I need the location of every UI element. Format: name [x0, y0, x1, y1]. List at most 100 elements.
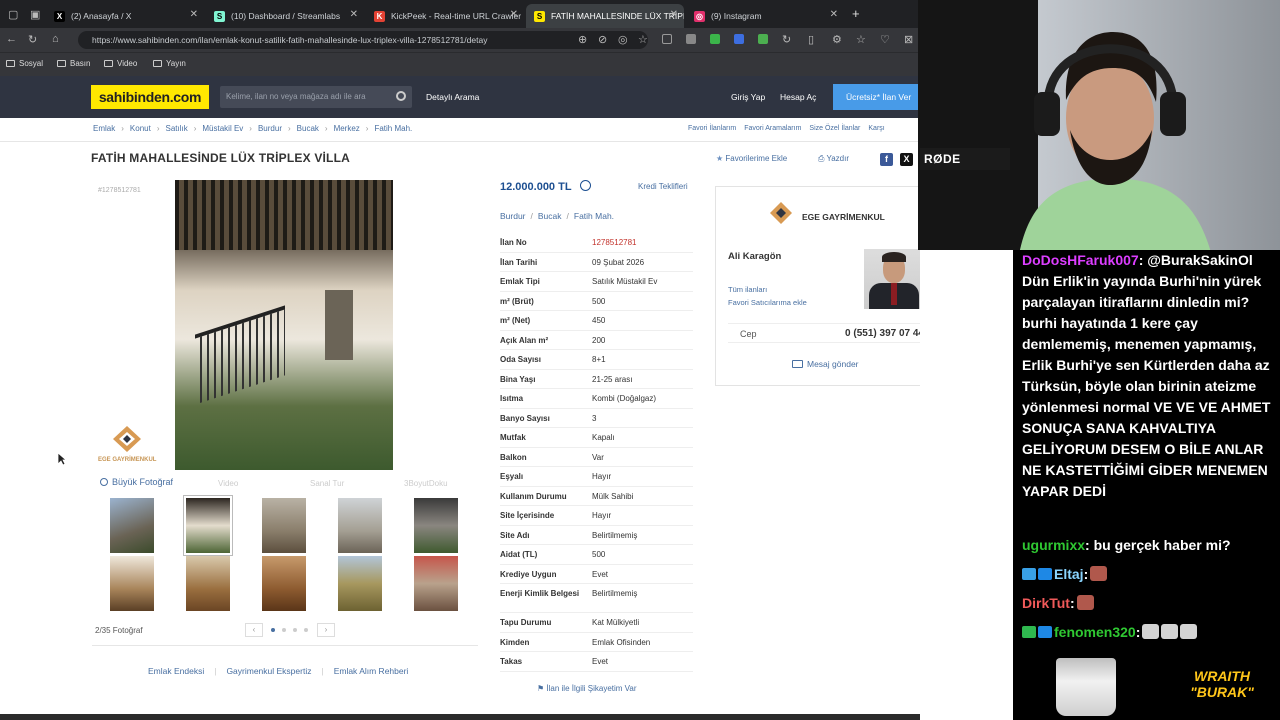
breadcrumb-item[interactable]: Satılık [165, 124, 187, 133]
thumbnail[interactable] [110, 498, 154, 553]
chat-username[interactable]: Eltaj [1054, 566, 1084, 582]
thumbnail[interactable] [338, 498, 382, 553]
search-icon[interactable] [396, 91, 406, 101]
price-history-icon[interactable] [580, 180, 591, 191]
location-district[interactable]: Bucak [538, 211, 562, 221]
favorite-listings-link[interactable]: Favori İlanlarım [688, 125, 736, 132]
favorite-searches-link[interactable]: Favori Aramalarım [744, 125, 801, 132]
real-estate-index-link[interactable]: Emlak Endeksi [148, 666, 204, 676]
favorites-icon[interactable]: ☆ [856, 33, 866, 46]
main-photo[interactable] [175, 180, 393, 470]
close-icon[interactable]: ✕ [350, 9, 358, 20]
close-icon[interactable]: ✕ [830, 9, 838, 20]
thumbnail[interactable] [262, 498, 306, 553]
3d-tour-tab[interactable]: 3BoyutDoku [404, 479, 448, 488]
thumbnail[interactable] [338, 556, 382, 611]
complaint-link[interactable]: ⚑ İlan ile İlgili Şikayetim Var [537, 684, 637, 693]
extension-icon[interactable] [734, 34, 744, 44]
tab-kickpeek[interactable]: K KickPeek - Real-time URL Crawler ✕ [366, 4, 524, 28]
facebook-share-icon[interactable]: f [880, 153, 893, 166]
extensions-icon[interactable]: ⚙ [832, 33, 842, 46]
prev-page-button[interactable]: ‹ [245, 623, 263, 637]
location-city[interactable]: Burdur [500, 211, 526, 221]
detailed-search-link[interactable]: Detaylı Arama [426, 92, 479, 102]
page-dot[interactable] [293, 628, 297, 632]
reload-icon[interactable]: ↻ [28, 33, 37, 46]
refresh-extension-icon[interactable]: ↻ [782, 33, 791, 46]
phone-number[interactable]: 0 (551) 397 07 44 [845, 328, 924, 339]
chat-username[interactable]: DirkTut [1022, 595, 1070, 611]
close-icon[interactable]: ✕ [510, 9, 518, 20]
tab-instagram[interactable]: ◎ (9) Instagram ✕ [686, 4, 844, 28]
breadcrumb-item[interactable]: Emlak [93, 124, 115, 133]
thumbnail[interactable] [110, 556, 154, 611]
page-dot[interactable] [282, 628, 286, 632]
password-icon[interactable]: ⊘ [598, 33, 607, 46]
breadcrumb-item[interactable]: Fatih Mah. [374, 124, 412, 133]
new-tab-icon[interactable]: + [852, 6, 860, 21]
thumbnail[interactable] [414, 498, 458, 553]
collections-icon[interactable]: ♡ [880, 33, 890, 46]
url-input[interactable]: https://www.sahibinden.com/ilan/emlak-ko… [78, 31, 648, 49]
thumbnail[interactable] [183, 495, 233, 556]
chat-username[interactable]: DoDosHFaruk007 [1022, 252, 1139, 268]
breadcrumb-item[interactable]: Merkez [334, 124, 360, 133]
breadcrumb-item[interactable]: Müstakil Ev [202, 124, 243, 133]
credit-offers-link[interactable]: Kredi Teklifleri [638, 182, 688, 191]
bookmark-folder[interactable]: Yayın [153, 59, 186, 68]
extension-icon[interactable] [662, 34, 672, 44]
chat-username[interactable]: fenomen320 [1054, 624, 1136, 640]
next-page-button[interactable]: › [317, 623, 335, 637]
search-input[interactable]: Kelime, ilan no veya mağaza adı ile ara [220, 86, 412, 108]
chat-text: bu gerçek haber mi? [1093, 537, 1231, 553]
extension-icon[interactable] [710, 34, 720, 44]
add-favorite-button[interactable]: ★ Favorilerime Ekle [716, 154, 787, 163]
close-icon[interactable]: ✕ [670, 9, 678, 20]
extension-icon[interactable] [758, 34, 768, 44]
back-icon[interactable]: ← [6, 33, 17, 45]
buying-guide-link[interactable]: Emlak Alım Rehberi [334, 666, 409, 676]
all-listings-link[interactable]: Tüm ilanları [728, 285, 767, 294]
thumbnail[interactable] [186, 556, 230, 611]
page-dot[interactable] [271, 628, 275, 632]
zoom-icon[interactable]: ⊕ [578, 33, 587, 46]
tab-actions-icon[interactable]: ▢ [8, 8, 18, 21]
agency-name[interactable]: EGE GAYRİMENKUL [802, 212, 885, 222]
thumbnail[interactable] [414, 556, 458, 611]
thumbnail[interactable] [262, 556, 306, 611]
x-share-icon[interactable]: X [900, 153, 913, 166]
send-message-button[interactable]: Mesaj gönder [792, 359, 859, 369]
home-icon[interactable]: ⌂ [52, 33, 59, 45]
breadcrumb-item[interactable]: Burdur [258, 124, 282, 133]
tab-sahibinden[interactable]: S FATİH MAHALLESİNDE LÜX TRİPLE ✕ [526, 4, 684, 28]
compare-link[interactable]: Karşı [868, 125, 884, 132]
print-button[interactable]: ⎙ Yazdır [818, 154, 849, 164]
register-link[interactable]: Hesap Aç [780, 92, 816, 102]
extension-icon[interactable] [686, 34, 696, 44]
login-link[interactable]: Giriş Yap [731, 92, 765, 102]
big-photo-button[interactable]: Büyük Fotoğraf [100, 477, 173, 487]
breadcrumb-item[interactable]: Konut [130, 124, 151, 133]
reader-icon[interactable]: ◎ [618, 33, 628, 46]
chat-username[interactable]: ugurmixx [1022, 537, 1085, 553]
screenshot-icon[interactable]: ⊠ [904, 33, 913, 46]
bookmark-folder[interactable]: Basın [57, 59, 90, 68]
bookmark-folder[interactable]: Video [104, 59, 137, 68]
tab-group-icon[interactable]: ▣ [30, 8, 40, 21]
tab-twitter[interactable]: X (2) Anasayfa / X ✕ [46, 4, 204, 28]
site-logo[interactable]: sahibinden.com [91, 85, 209, 109]
bookmark-folder[interactable]: Sosyal [6, 59, 43, 68]
special-listings-link[interactable]: Size Özel İlanlar [809, 125, 860, 132]
location-neighborhood[interactable]: Fatih Mah. [574, 211, 614, 221]
video-tab[interactable]: Video [218, 479, 238, 488]
star-icon[interactable]: ☆ [638, 33, 648, 46]
close-icon[interactable]: ✕ [190, 9, 198, 20]
free-ad-button[interactable]: Ücretsiz* İlan Ver [833, 84, 923, 110]
virtual-tour-tab[interactable]: Sanal Tur [310, 479, 344, 488]
split-view-icon[interactable]: ▯ [808, 33, 814, 46]
page-dot[interactable] [304, 628, 308, 632]
breadcrumb-item[interactable]: Bucak [297, 124, 319, 133]
tab-streamlabs[interactable]: S (10) Dashboard / Streamlabs ✕ [206, 4, 364, 28]
appraisal-link[interactable]: Gayrimenkul Ekspertiz [226, 666, 311, 676]
favorite-seller-link[interactable]: Favori Satıcılarıma ekle [728, 298, 807, 307]
